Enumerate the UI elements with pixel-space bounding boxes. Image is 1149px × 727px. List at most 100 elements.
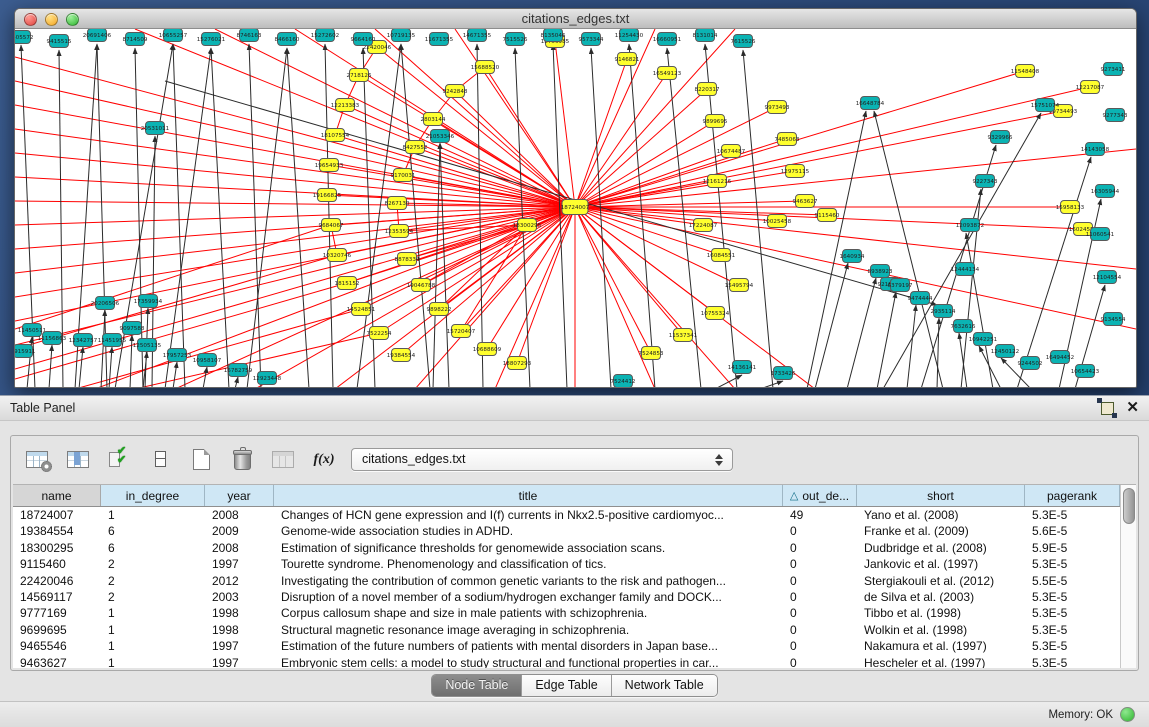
citation-edge-black[interactable] [937, 318, 939, 387]
citation-edge-black[interactable] [203, 367, 207, 387]
graph-node-yellow[interactable]: 9242848 [443, 85, 468, 98]
graph-node-teal[interactable]: 9405572 [15, 31, 33, 44]
tab-network-table[interactable]: Network Table [612, 675, 717, 696]
citation-edge-red[interactable] [575, 87, 1090, 207]
graph-node-yellow[interactable]: 16549123 [653, 67, 682, 80]
graph-node-teal[interactable]: 9415515 [47, 35, 72, 48]
graph-node-teal[interactable]: 9097588 [120, 322, 145, 335]
citation-edge-red[interactable] [575, 73, 667, 207]
graph-node-teal[interactable]: 11254430 [615, 29, 644, 42]
select-mode-button[interactable]: ✔ ✔ [105, 445, 133, 473]
graph-node-yellow[interactable]: 15688520 [471, 61, 500, 74]
graph-node-yellow[interactable]: 7485063 [775, 133, 800, 146]
graph-node-teal[interactable]: 14136141 [728, 361, 757, 374]
graph-node-yellow[interactable]: 2803144 [421, 113, 446, 126]
citation-edge-red[interactable] [407, 207, 575, 259]
citation-edge-black[interactable] [883, 113, 1041, 387]
delete-table-button[interactable] [228, 445, 256, 473]
citation-edge-black[interactable] [815, 263, 848, 387]
graph-node-teal[interactable]: 16494452 [1046, 351, 1074, 364]
citation-edge-black[interactable] [966, 233, 993, 387]
row-height-button[interactable] [146, 445, 174, 473]
graph-node-teal[interactable]: 20691406 [83, 29, 112, 42]
citation-edge-red[interactable] [575, 171, 795, 207]
graph-node-yellow[interactable]: 10688609 [473, 343, 502, 356]
graph-node-teal[interactable]: 15276021 [197, 33, 226, 46]
graph-node-yellow[interactable]: 8878334 [395, 253, 420, 266]
function-builder-button[interactable]: f(x) [310, 445, 338, 473]
graph-node-teal[interactable]: 12450122 [991, 345, 1019, 358]
graph-node-teal[interactable]: 11671355 [425, 33, 454, 46]
table-row[interactable]: 1872400712008Changes of HCN gene express… [13, 507, 1120, 523]
graph-node-yellow[interactable]: 18300295 [513, 219, 542, 232]
citation-edge-red[interactable] [575, 29, 655, 207]
citation-edge-black[interactable] [760, 381, 783, 387]
graph-node-yellow[interactable]: 9684067 [319, 219, 344, 232]
graph-node-yellow[interactable]: 9898222 [427, 303, 452, 316]
graph-node-yellow[interactable]: 19166825 [313, 189, 342, 202]
citation-graph[interactable]: 1872400715688520924284828031448427552917… [15, 29, 1136, 387]
graph-node-yellow[interactable]: 12217087 [1076, 81, 1105, 94]
graph-node-teal[interactable]: 10654423 [1071, 365, 1100, 378]
column-header-year[interactable]: year [205, 485, 274, 506]
table-row[interactable]: 946362711997Embryonic stem cells: a mode… [13, 655, 1120, 668]
citation-edge-black[interactable] [877, 292, 896, 387]
citation-edge-black[interactable] [249, 44, 261, 387]
graph-node-yellow[interactable]: 9146821 [615, 53, 640, 66]
graph-node-teal[interactable]: 7524412 [611, 375, 636, 388]
citation-edge-black[interactable] [907, 305, 916, 387]
graph-node-teal[interactable]: 9573344 [579, 33, 604, 46]
create-table-button[interactable] [187, 445, 215, 473]
graph-node-yellow[interactable]: 11548408 [1011, 65, 1040, 78]
graph-node-teal[interactable]: 8938923 [868, 265, 893, 278]
graph-node-teal[interactable]: 7615526 [731, 35, 756, 48]
citation-edge-black[interactable] [477, 44, 483, 387]
column-header-short[interactable]: short [857, 485, 1025, 506]
graph-node-teal[interactable]: 2935114 [931, 305, 956, 318]
graph-node-teal[interactable]: 9277343 [1103, 109, 1128, 122]
graph-node-teal[interactable]: 8714509 [123, 33, 148, 46]
tab-node-table[interactable]: Node Table [432, 675, 522, 696]
graph-node-teal[interactable]: 16660951 [653, 33, 682, 46]
float-panel-icon[interactable] [1101, 402, 1114, 415]
citation-edge-red[interactable] [575, 139, 787, 207]
citation-edge-black[interactable] [433, 143, 440, 387]
citation-edge-black[interactable] [109, 347, 112, 387]
graph-node-teal[interactable]: 10655257 [159, 29, 188, 42]
graph-node-yellow[interactable]: 18724007 [561, 200, 590, 215]
graph-node-yellow[interactable]: 19384554 [387, 349, 416, 362]
graph-node-yellow[interactable]: 9463627 [793, 195, 818, 208]
graph-node-yellow[interactable]: 2718126 [347, 69, 372, 82]
graph-node-yellow[interactable]: 10674487 [717, 145, 746, 158]
table-row[interactable]: 2242004622012Investigating the contribut… [13, 573, 1120, 589]
graph-node-yellow[interactable]: 7522254 [367, 327, 392, 340]
citation-edge-red[interactable] [15, 255, 337, 349]
graph-node-teal[interactable]: 1640934 [840, 250, 865, 263]
column-header-title[interactable]: title [274, 485, 783, 506]
table-settings-button[interactable] [23, 445, 51, 473]
column-header-pagerank[interactable]: pagerank [1025, 485, 1120, 506]
graph-node-teal[interactable]: 9134554 [1101, 313, 1126, 326]
graph-node-yellow[interactable]: 9973493 [765, 101, 790, 114]
citation-edge-black[interactable] [130, 335, 132, 387]
graph-node-teal[interactable]: 14143058 [1081, 143, 1110, 156]
citation-edge-black[interactable] [79, 347, 83, 387]
table-row[interactable]: 1830029562008Estimation of significance … [13, 540, 1120, 556]
graph-node-teal[interactable]: 9227343 [973, 175, 998, 188]
table-scrollbar-thumb[interactable] [1123, 488, 1135, 524]
graph-node-yellow[interactable]: 9899695 [703, 115, 728, 128]
citation-edge-black[interactable] [173, 44, 185, 387]
graph-node-teal[interactable]: 12444134 [951, 263, 980, 276]
graph-node-teal[interactable]: 12104554 [1093, 271, 1122, 284]
import-table-button[interactable] [269, 445, 297, 473]
graph-node-teal[interactable]: 9329966 [988, 131, 1013, 144]
citation-edge-red[interactable] [95, 207, 575, 387]
graph-node-teal[interactable]: 10958107 [193, 354, 222, 367]
graph-node-yellow[interactable]: 18807293 [503, 357, 532, 370]
citation-edge-black[interactable] [874, 111, 943, 387]
citation-edge-red[interactable] [15, 207, 575, 273]
graph-node-yellow[interactable]: 11537341 [669, 329, 698, 342]
citation-edge-black[interactable] [515, 48, 530, 387]
graph-node-teal[interactable]: 7632616 [951, 320, 976, 333]
graph-node-yellow[interactable]: 19046788 [407, 279, 436, 292]
